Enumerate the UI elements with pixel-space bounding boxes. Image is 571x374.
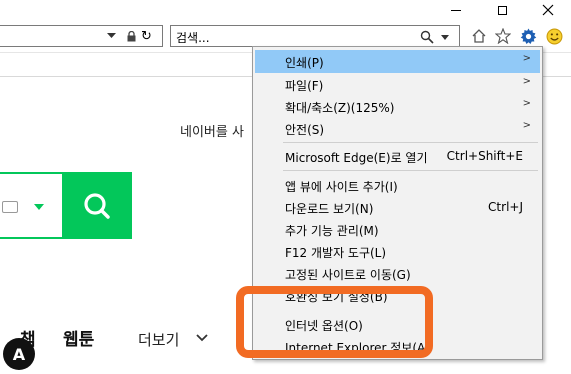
tools-button[interactable] (519, 27, 537, 45)
keyboard-icon[interactable] (2, 201, 18, 213)
menu-item-pinned-sites[interactable]: 고정된 사이트로 이동(G) (255, 262, 540, 285)
menu-item-shortcut: Ctrl+J (488, 200, 523, 214)
menu-item-dev-tools[interactable]: F12 개발자 도구(L) (255, 240, 540, 263)
menu-item-manage-addons[interactable]: 추가 기능 관리(M) (255, 218, 540, 241)
minimize-button[interactable] (433, 0, 479, 20)
menu-item-add-app-view[interactable]: 앱 뷰에 사이트 추가(I) (255, 174, 540, 197)
menu-item-label: 안전(S) (285, 123, 325, 137)
menu-item-label: 파일(F) (285, 79, 324, 93)
menu-item-label: 확대/축소(Z)(125%) (285, 101, 395, 115)
address-bar[interactable]: ↻ (0, 25, 163, 47)
submenu-arrow-icon: > (522, 53, 531, 64)
feedback-button[interactable] (545, 27, 563, 45)
menu-item-zoom[interactable]: 확대/축소(Z)(125%) > (255, 95, 540, 118)
search-placeholder: 검색... (176, 31, 210, 45)
title-bar (0, 0, 571, 20)
menu-item-label: Microsoft Edge(E)로 열기 (285, 151, 428, 165)
favorites-button[interactable] (494, 27, 512, 45)
menu-item-label: F12 개발자 도구(L) (285, 246, 387, 260)
chevron-down-icon[interactable] (196, 334, 208, 342)
favorites-star-icon (495, 28, 511, 44)
more-link[interactable]: 더보기 (138, 329, 179, 350)
menu-item-safety[interactable]: 안전(S) > (255, 117, 540, 140)
search-icon[interactable] (420, 30, 434, 44)
search-dropdown-icon[interactable] (441, 35, 449, 40)
dropdown-arrow-icon[interactable] (34, 204, 44, 210)
menu-item-print[interactable]: 인쇄(P) > (255, 50, 540, 73)
lock-icon[interactable] (127, 31, 136, 42)
menu-item-file[interactable]: 파일(F) > (255, 73, 540, 96)
menu-item-label: 추가 기능 관리(M) (285, 224, 379, 238)
feedback-smiley-icon (546, 28, 562, 44)
menu-item-label: 고정된 사이트로 이동(G) (285, 268, 411, 282)
submenu-arrow-icon: > (522, 120, 531, 131)
menu-item-open-edge[interactable]: Microsoft Edge(E)로 열기 Ctrl+Shift+E (255, 145, 540, 168)
close-icon (542, 4, 554, 16)
highlight-annotation (236, 286, 433, 358)
accessibility-badge-icon[interactable]: A (3, 338, 35, 370)
naver-search-box[interactable] (0, 172, 62, 239)
nav-item-webtoon[interactable]: 웹툰 (63, 325, 94, 350)
close-button[interactable] (525, 0, 571, 20)
search-icon (84, 192, 110, 219)
menu-item-label: 인쇄(P) (285, 56, 324, 70)
submenu-arrow-icon: > (522, 98, 531, 109)
menu-item-label: 앱 뷰에 사이트 추가(I) (285, 180, 398, 194)
naver-search-button[interactable] (62, 172, 132, 239)
refresh-icon[interactable]: ↻ (141, 29, 152, 44)
home-button[interactable] (470, 27, 488, 45)
menu-item-label: 다운로드 보기(N) (285, 202, 374, 216)
home-icon (472, 29, 486, 43)
address-dropdown-icon[interactable] (107, 33, 116, 39)
menu-separator (283, 142, 538, 143)
maximize-icon (497, 5, 507, 15)
tools-gear-icon (520, 28, 536, 44)
menu-item-shortcut: Ctrl+Shift+E (446, 149, 523, 163)
minimize-icon (451, 9, 461, 11)
login-prompt-text: 네이버를 사 (180, 125, 244, 140)
menu-separator (283, 170, 538, 171)
maximize-button[interactable] (479, 0, 525, 20)
menu-item-downloads[interactable]: 다운로드 보기(N) Ctrl+J (255, 196, 540, 219)
submenu-arrow-icon: > (522, 76, 531, 87)
search-input[interactable]: 검색... (170, 25, 460, 47)
